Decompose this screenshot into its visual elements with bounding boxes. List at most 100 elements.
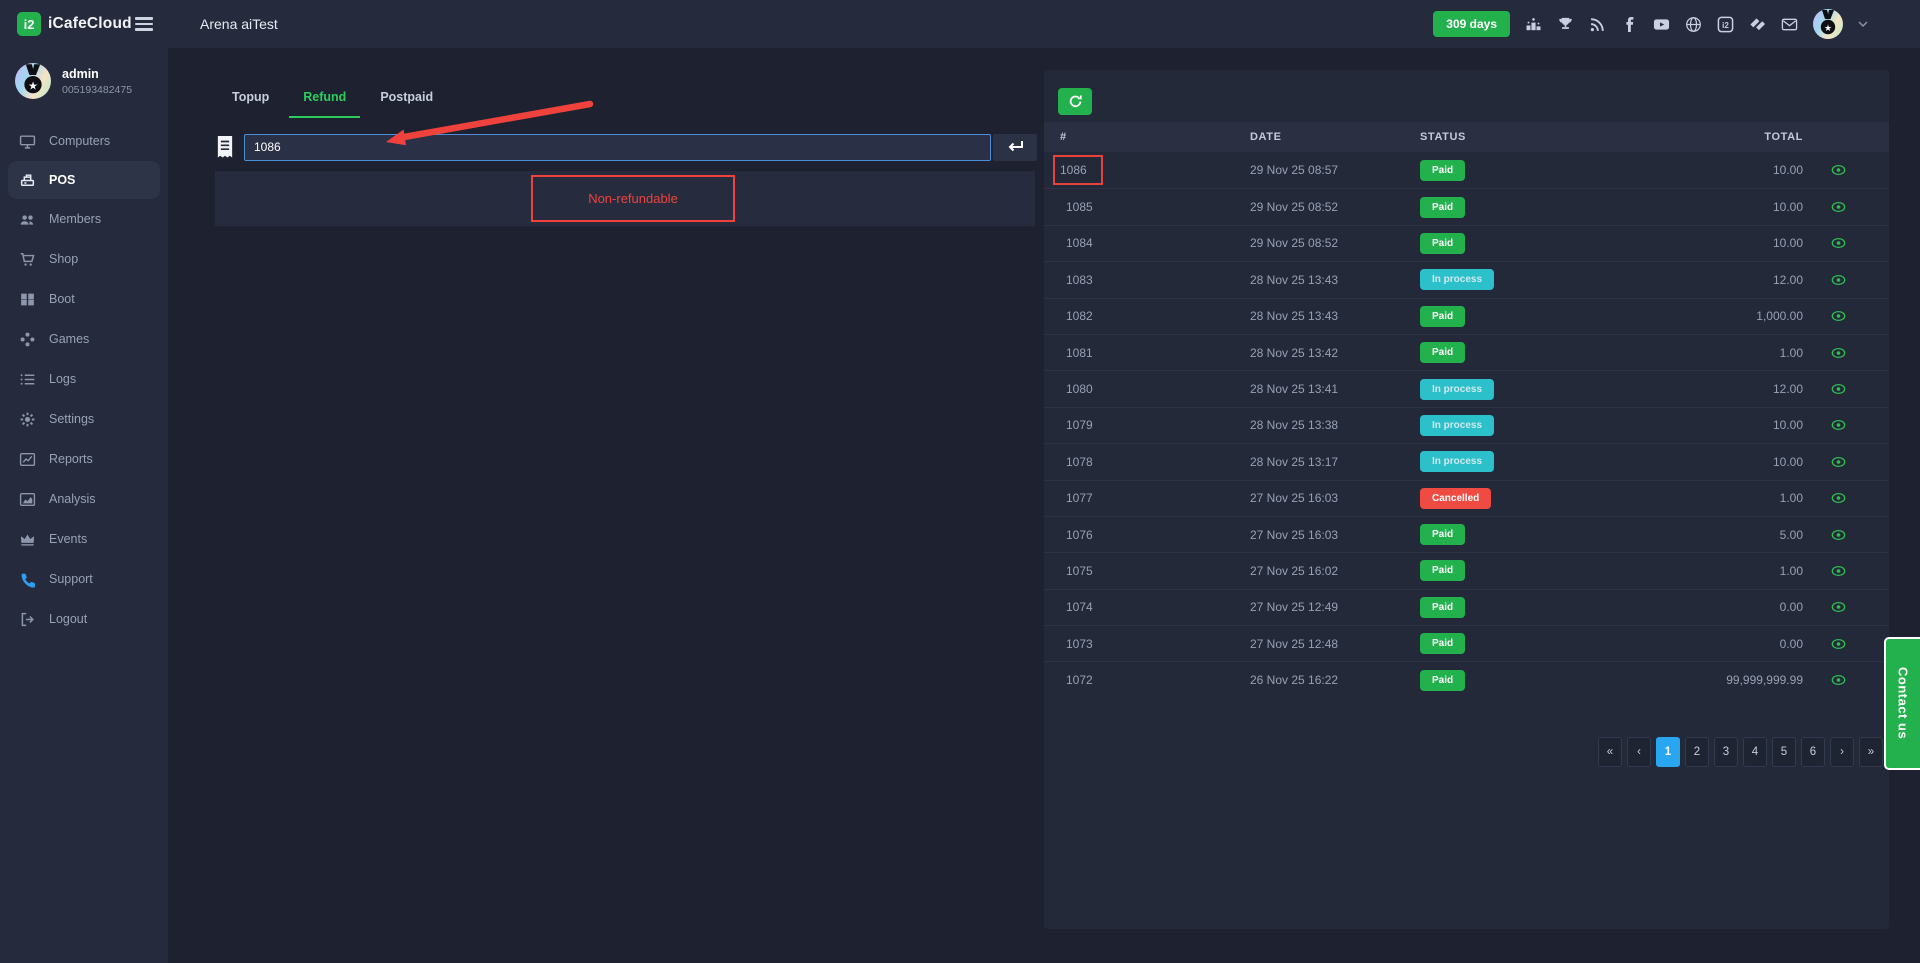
order-date: 28 Nov 25 13:38 (1250, 418, 1420, 432)
page-button-3[interactable]: 3 (1714, 737, 1738, 767)
sidebar-item-support[interactable]: Support (0, 559, 168, 599)
view-order-button[interactable] (1830, 163, 1847, 177)
svg-text:★: ★ (28, 80, 38, 92)
order-id: 1084 (1066, 236, 1093, 250)
chevron-down-icon[interactable] (1858, 15, 1868, 33)
icafe-icon[interactable]: i2 (1717, 16, 1734, 33)
app-logo[interactable]: i2 iCafeCloud (17, 12, 132, 36)
order-id: 1072 (1066, 673, 1093, 687)
computers-icon (19, 133, 36, 150)
logo-icon: i2 (17, 12, 41, 36)
reviews-icon[interactable] (1749, 16, 1766, 33)
icafecloud-app: i2 iCafeCloud Arena aiTest 309 days i2 ★… (0, 0, 1920, 963)
view-order-button[interactable] (1830, 346, 1847, 360)
sidebar-item-reports[interactable]: Reports (0, 439, 168, 479)
sidebar-item-boot[interactable]: Boot (0, 279, 168, 319)
view-order-button[interactable] (1830, 200, 1847, 214)
sidebar-item-label: Shop (49, 252, 78, 266)
first-page-button[interactable]: « (1598, 737, 1622, 767)
status-badge: Paid (1420, 160, 1465, 181)
view-order-button[interactable] (1830, 528, 1847, 542)
order-total: 10.00 (1653, 418, 1803, 432)
order-date: 27 Nov 25 12:48 (1250, 637, 1420, 651)
view-order-button[interactable] (1830, 418, 1847, 432)
tab-postpaid[interactable]: Postpaid (366, 81, 447, 118)
sidebar-item-logs[interactable]: Logs (0, 359, 168, 399)
status-badge: Paid (1420, 342, 1465, 363)
order-total: 1,000.00 (1653, 309, 1803, 323)
globe-icon[interactable] (1685, 16, 1702, 33)
sidebar-item-label: Reports (49, 452, 93, 466)
sidebar-nav: ComputersPOSMembers Shop Boot Games Logs Sett… (0, 121, 168, 639)
sidebar-item-shop[interactable]: Shop (0, 239, 168, 279)
sidebar-item-games[interactable]: Games (0, 319, 168, 359)
facebook-icon[interactable] (1621, 16, 1638, 33)
sidebar-item-settings[interactable]: Settings (0, 399, 168, 439)
sidebar-item-members[interactable]: Members (0, 199, 168, 239)
leaderboard-icon[interactable] (1525, 16, 1542, 33)
page-button-5[interactable]: 5 (1772, 737, 1796, 767)
sidebar-item-label: Boot (49, 292, 75, 306)
next-page-button[interactable]: › (1830, 737, 1854, 767)
order-search-input[interactable] (244, 134, 991, 161)
order-date: 27 Nov 25 16:03 (1250, 491, 1420, 505)
top-bar: i2 iCafeCloud Arena aiTest 309 days i2 ★ (0, 0, 1920, 48)
contact-us-button[interactable]: Contact us (1884, 637, 1920, 770)
previous-page-button[interactable]: ‹ (1627, 737, 1651, 767)
sidebar-item-events[interactable]: Events (0, 519, 168, 559)
logout-icon (19, 611, 36, 628)
status-badge: In process (1420, 379, 1494, 400)
view-order-button[interactable] (1830, 309, 1847, 323)
view-order-button[interactable] (1830, 455, 1847, 469)
sidebar-user[interactable]: ★ admin 005193482475 (0, 48, 168, 113)
submit-search-button[interactable] (993, 134, 1037, 161)
order-total: 0.00 (1653, 637, 1803, 651)
mail-icon[interactable] (1781, 16, 1798, 33)
order-date: 27 Nov 25 16:03 (1250, 528, 1420, 542)
youtube-icon[interactable] (1653, 16, 1670, 33)
view-order-button[interactable] (1830, 600, 1847, 614)
view-order-button[interactable] (1830, 491, 1847, 505)
order-total: 1.00 (1653, 346, 1803, 360)
sidebar-item-label: Logs (49, 372, 76, 386)
page-button-4[interactable]: 4 (1743, 737, 1767, 767)
eye-icon (1830, 637, 1847, 651)
sidebar-item-pos[interactable]: POS (8, 161, 160, 199)
status-badge: Paid (1420, 233, 1465, 254)
order-id: 1083 (1066, 273, 1093, 287)
pagination: «‹123456›» (1598, 737, 1883, 767)
rss-icon[interactable] (1589, 16, 1606, 33)
page-button-2[interactable]: 2 (1685, 737, 1709, 767)
page-button-1[interactable]: 1 (1656, 737, 1680, 767)
view-order-button[interactable] (1830, 382, 1847, 396)
order-row: 107527 Nov 25 16:02Paid1.00 (1044, 552, 1889, 588)
view-order-button[interactable] (1830, 564, 1847, 578)
status-badge: Paid (1420, 633, 1465, 654)
view-order-button[interactable] (1830, 637, 1847, 651)
support-icon (19, 571, 36, 588)
sidebar-item-label: Events (49, 532, 87, 546)
menu-toggle-icon[interactable] (135, 17, 153, 30)
order-total: 5.00 (1653, 528, 1803, 542)
events-icon (19, 531, 36, 548)
last-page-button[interactable]: » (1859, 737, 1883, 767)
tab-topup[interactable]: Topup (218, 81, 283, 118)
view-order-button[interactable] (1830, 673, 1847, 687)
svg-text:i2: i2 (1722, 20, 1729, 29)
tab-refund[interactable]: Refund (289, 81, 360, 118)
order-id: 1075 (1066, 564, 1093, 578)
sidebar-item-analysis[interactable]: Analysis (0, 479, 168, 519)
view-order-button[interactable] (1830, 236, 1847, 250)
receipt-icon (214, 134, 236, 160)
trophy-icon[interactable] (1557, 16, 1574, 33)
order-row: 108128 Nov 25 13:42Paid1.00 (1044, 334, 1889, 370)
user-avatar[interactable]: ★ (1813, 9, 1843, 39)
page-button-6[interactable]: 6 (1801, 737, 1825, 767)
user-name: admin (62, 67, 132, 81)
order-id-highlight-box: 1086 (1053, 155, 1103, 185)
sidebar-item-logout[interactable]: Logout (0, 599, 168, 639)
view-order-button[interactable] (1830, 273, 1847, 287)
analysis-icon (19, 491, 36, 508)
refresh-button[interactable] (1058, 88, 1092, 115)
sidebar-item-computers[interactable]: Computers (0, 121, 168, 161)
